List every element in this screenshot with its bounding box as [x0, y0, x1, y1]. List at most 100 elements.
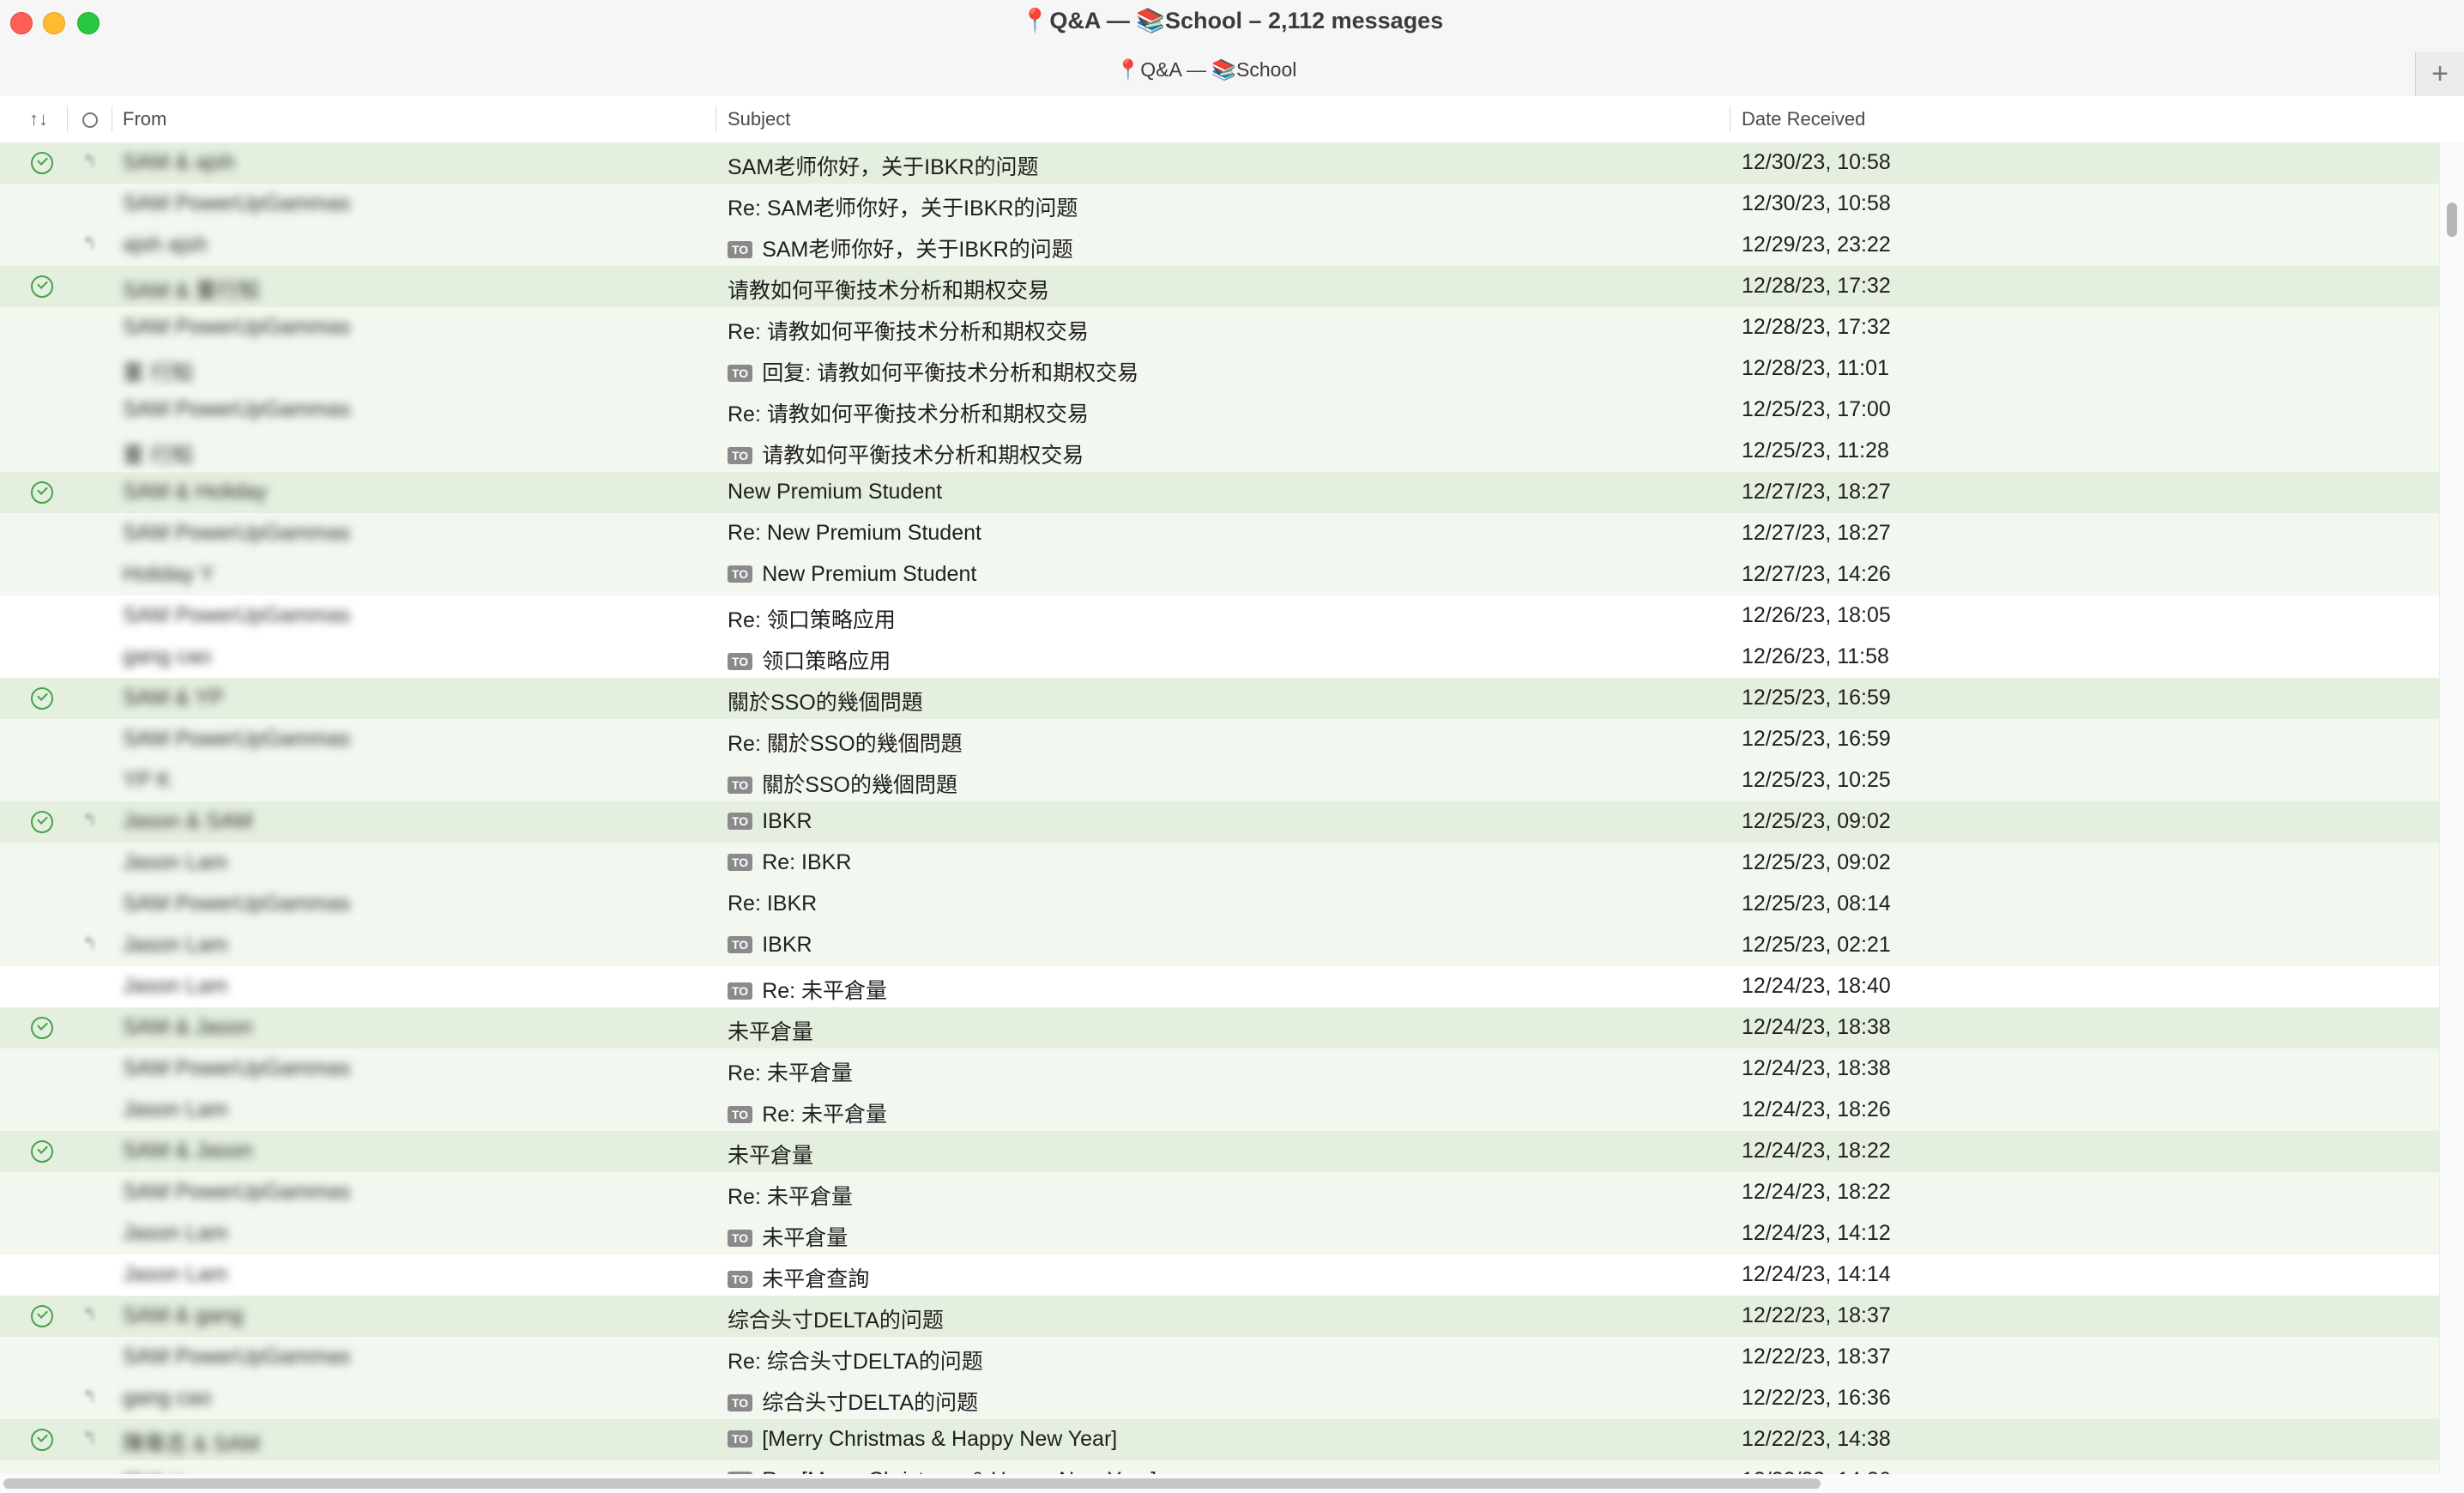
message-subject-text: SAM老师你好，关于IBKR的问题: [728, 155, 1039, 179]
sort-order-icon[interactable]: ↑↓: [29, 108, 48, 130]
message-subject-text: Re: 未平倉量: [728, 1061, 853, 1085]
thread-expanded-check-icon[interactable]: [31, 481, 53, 504]
message-row[interactable]: SAM PowerUpGammas Re: 请教如何平衡技术分析和期权交易 12/2…: [0, 390, 2440, 431]
horizontal-scrollbar[interactable]: [0, 1474, 2440, 1493]
to-badge: TO: [728, 1106, 753, 1123]
message-row[interactable]: gang cao TO 领口策略应用 12/26/23, 11:58: [0, 637, 2440, 678]
message-subject: 未平倉量: [728, 1015, 813, 1046]
message-subject-text: Re: IBKR: [728, 892, 818, 916]
message-subject: Re: IBKR: [728, 892, 817, 916]
message-date: 12/22/23, 14:38: [1742, 1427, 1891, 1451]
message-row[interactable]: SAM PowerUpGammas Re: 综合头寸DELTA的问题 12/22/2…: [0, 1337, 2440, 1378]
message-row[interactable]: SAM PowerUpGammas Re: 请教如何平衡技术分析和期权交易 12/2…: [0, 307, 2440, 348]
message-row[interactable]: SAM PowerUpGammas Re: SAM老师你好，关于IBKR的问题 12…: [0, 184, 2440, 225]
circle-icon[interactable]: [82, 112, 98, 128]
to-badge: TO: [728, 936, 753, 953]
message-row[interactable]: SAM PowerUpGammas Re: 领口策略应用 12/26/23, 18:…: [0, 595, 2440, 637]
thread-expanded-check-icon[interactable]: [31, 1140, 53, 1163]
message-subject: TO 未平倉量: [728, 1221, 848, 1252]
message-row[interactable]: Jason Lam TO Re: 未平倉量 12/24/23, 18:40: [0, 966, 2440, 1007]
message-date: 12/24/23, 18:38: [1742, 1015, 1891, 1039]
message-date: 12/24/23, 18:38: [1742, 1056, 1891, 1080]
thread-row[interactable]: ↰ SAM & gang 综合头寸DELTA的问题 12/22/23, 18:37: [0, 1296, 2440, 1337]
vertical-scroll-thumb[interactable]: [2447, 202, 2457, 237]
to-badge: TO: [728, 1271, 753, 1288]
add-tab-button[interactable]: +: [2415, 51, 2464, 96]
message-subject: TO IBKR: [728, 809, 812, 834]
message-from: YP K: [123, 768, 172, 792]
message-row[interactable]: SAM PowerUpGammas Re: 未平倉量 12/24/23, 18:22: [0, 1172, 2440, 1213]
tab-mailbox[interactable]: 📍Q&A — 📚School: [0, 58, 2413, 82]
column-date-received[interactable]: Date Received: [1742, 108, 1865, 130]
message-subject-text: 回复: 请教如何平衡技术分析和期权交易: [762, 361, 1139, 385]
message-subject-text: Re: 未平倉量: [762, 979, 888, 1003]
message-date: 12/24/23, 14:14: [1742, 1262, 1891, 1286]
thread-row[interactable]: SAM & Holiday New Premium Student 12/27/23…: [0, 472, 2440, 513]
message-row[interactable]: 董 行知 TO 请教如何平衡技术分析和期权交易 12/25/23, 11:28: [0, 431, 2440, 472]
replied-icon: ↰: [82, 1387, 97, 1406]
message-from: gang cao: [123, 644, 211, 668]
message-row[interactable]: SAM PowerUpGammas Re: 關於SSO的幾個問題 12/25/23,…: [0, 719, 2440, 760]
message-date: 12/27/23, 14:26: [1742, 562, 1891, 586]
thread-expanded-check-icon[interactable]: [31, 687, 53, 710]
thread-row[interactable]: SAM & 董行知 请教如何平衡技术分析和期权交易 12/28/23, 17:32: [0, 266, 2440, 307]
message-row[interactable]: SAM PowerUpGammas Re: New Premium Student…: [0, 513, 2440, 554]
message-from: SAM & gang: [123, 1303, 244, 1327]
horizontal-scroll-thumb[interactable]: [3, 1478, 1821, 1489]
message-subject-text: 未平倉量: [762, 1226, 849, 1250]
message-date: 12/25/23, 02:21: [1742, 933, 1891, 957]
message-from: SAM PowerUpGammas: [123, 1056, 351, 1080]
thread-expanded-check-icon[interactable]: [31, 1017, 53, 1039]
message-row[interactable]: SAM PowerUpGammas Re: 未平倉量 12/24/23, 18:38: [0, 1049, 2440, 1090]
message-subject-text: Re: 未平倉量: [762, 1103, 888, 1127]
message-row[interactable]: Jason Lam TO 未平倉量 12/24/23, 14:12: [0, 1213, 2440, 1254]
message-row[interactable]: Holiday Y TO New Premium Student 12/27/23, …: [0, 554, 2440, 595]
thread-row[interactable]: ↰ 陳韋志 & SAM TO [Merry Christmas & Happy New…: [0, 1419, 2440, 1460]
to-badge: TO: [728, 447, 753, 464]
message-date: 12/22/23, 18:37: [1742, 1303, 1891, 1327]
thread-row[interactable]: ↰ Jason & SAM TO IBKR 12/25/23, 09:02: [0, 801, 2440, 843]
message-subject: TO 未平倉查詢: [728, 1262, 869, 1293]
message-subject: TO 關於SSO的幾個問題: [728, 768, 957, 799]
message-subject-text: 未平倉查詢: [762, 1267, 870, 1291]
message-subject-text: 请教如何平衡技术分析和期权交易: [728, 279, 1050, 303]
thread-expanded-check-icon[interactable]: [31, 1305, 53, 1327]
message-row[interactable]: 董 行知 TO 回复: 请教如何平衡技术分析和期权交易 12/28/23, 11:01: [0, 348, 2440, 390]
message-subject: Re: 未平倉量: [728, 1056, 853, 1087]
message-row[interactable]: ↰ ajsh ajsh TO SAM老师你好，关于IBKR的问题 12/29/23, 2…: [0, 225, 2440, 266]
message-row[interactable]: Jason Lam TO 未平倉查詢 12/24/23, 14:14: [0, 1254, 2440, 1296]
message-row[interactable]: YP K TO 關於SSO的幾個問題 12/25/23, 10:25: [0, 760, 2440, 801]
message-date: 12/25/23, 10:25: [1742, 768, 1891, 792]
message-list[interactable]: ↰ SAM & ajsh SAM老师你好，关于IBKR的问题 12/30/23, 10…: [0, 142, 2440, 1493]
message-from: SAM PowerUpGammas: [123, 521, 351, 545]
message-subject: 未平倉量: [728, 1139, 813, 1170]
message-from: SAM PowerUpGammas: [123, 397, 351, 421]
message-subject-text: Re: IBKR: [762, 850, 852, 874]
thread-expanded-check-icon[interactable]: [31, 275, 53, 298]
message-date: 12/25/23, 08:14: [1742, 892, 1891, 916]
column-from[interactable]: From: [123, 108, 166, 130]
thread-expanded-check-icon[interactable]: [31, 1429, 53, 1451]
message-date: 12/22/23, 16:36: [1742, 1386, 1891, 1410]
to-badge: TO: [728, 982, 753, 1000]
thread-row[interactable]: SAM & YP 關於SSO的幾個問題 12/25/23, 16:59: [0, 678, 2440, 719]
thread-row[interactable]: ↰ SAM & ajsh SAM老师你好，关于IBKR的问题 12/30/23, 10…: [0, 142, 2440, 184]
message-subject-text: SAM老师你好，关于IBKR的问题: [762, 238, 1073, 262]
message-row[interactable]: SAM PowerUpGammas Re: IBKR 12/25/23, 08:14: [0, 884, 2440, 925]
thread-row[interactable]: SAM & Jason 未平倉量 12/24/23, 18:38: [0, 1007, 2440, 1049]
message-date: 12/26/23, 11:58: [1742, 644, 1889, 668]
thread-row[interactable]: SAM & Jason 未平倉量 12/24/23, 18:22: [0, 1131, 2440, 1172]
thread-expanded-check-icon[interactable]: [31, 811, 53, 833]
column-header: ↑↓ From Subject Date Received: [0, 96, 2464, 143]
column-divider[interactable]: [67, 106, 68, 132]
column-subject[interactable]: Subject: [728, 108, 790, 130]
message-row[interactable]: Jason Lam TO Re: 未平倉量 12/24/23, 18:26: [0, 1090, 2440, 1131]
thread-expanded-check-icon[interactable]: [31, 152, 53, 174]
message-row[interactable]: Jason Lam TO Re: IBKR 12/25/23, 09:02: [0, 843, 2440, 884]
to-badge: TO: [728, 565, 753, 583]
message-date: 12/25/23, 11:28: [1742, 438, 1889, 462]
vertical-scrollbar[interactable]: [2439, 142, 2464, 1493]
message-row[interactable]: ↰ Jason Lam TO IBKR 12/25/23, 02:21: [0, 925, 2440, 966]
window-title: 📍Q&A — 📚School – 2,112 messages: [1020, 8, 1444, 33]
message-row[interactable]: ↰ gang cao TO 综合头寸DELTA的问题 12/22/23, 16:36: [0, 1378, 2440, 1419]
